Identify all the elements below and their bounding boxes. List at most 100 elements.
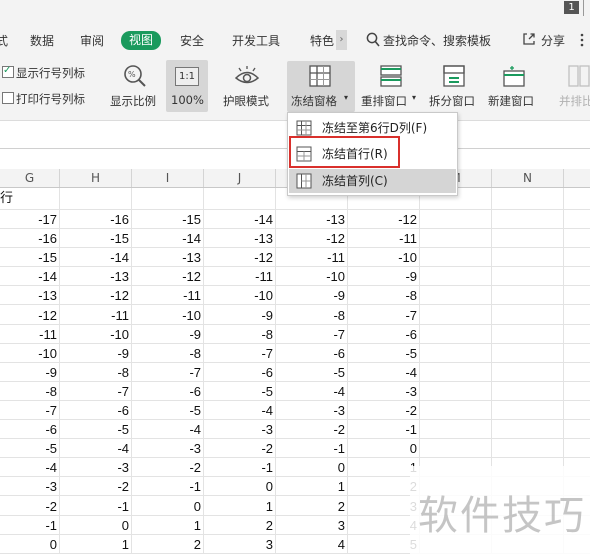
- table-cell[interactable]: -5: [276, 363, 348, 382]
- tab-scroll-right-button[interactable]: ›: [336, 30, 347, 50]
- tab-review[interactable]: 审阅: [80, 32, 104, 50]
- table-cell[interactable]: -8: [0, 382, 60, 401]
- table-cell[interactable]: 2: [132, 535, 204, 554]
- column-header[interactable]: H: [60, 169, 132, 187]
- table-cell[interactable]: -11: [60, 306, 132, 325]
- table-cell[interactable]: -10: [348, 248, 420, 267]
- table-cell[interactable]: -4: [348, 363, 420, 382]
- table-cell[interactable]: -10: [0, 344, 60, 363]
- table-cell[interactable]: -8: [132, 344, 204, 363]
- table-cell[interactable]: -6: [0, 420, 60, 439]
- first-row-label[interactable]: 行: [0, 188, 13, 209]
- table-cell[interactable]: 0: [132, 497, 204, 516]
- table-cell[interactable]: -2: [276, 420, 348, 439]
- table-cell[interactable]: -2: [348, 401, 420, 420]
- tab-data[interactable]: 数据: [30, 32, 54, 50]
- table-cell[interactable]: -11: [0, 325, 60, 344]
- menu-item-freeze-first-column[interactable]: 冻结首列(C): [289, 169, 456, 193]
- table-cell[interactable]: -13: [204, 229, 276, 248]
- table-cell[interactable]: 0: [60, 516, 132, 535]
- table-cell[interactable]: 2: [276, 497, 348, 516]
- table-cell[interactable]: -15: [132, 210, 204, 229]
- table-cell[interactable]: -7: [276, 325, 348, 344]
- table-cell[interactable]: -5: [204, 382, 276, 401]
- column-header[interactable]: G: [0, 169, 60, 187]
- table-cell[interactable]: -14: [204, 210, 276, 229]
- table-cell[interactable]: -7: [132, 363, 204, 382]
- print-rowcol-header-checkbox[interactable]: 打印行号列标: [2, 92, 85, 106]
- table-cell[interactable]: -11: [348, 229, 420, 248]
- table-cell[interactable]: -6: [348, 325, 420, 344]
- table-cell[interactable]: -13: [0, 286, 60, 305]
- table-cell[interactable]: -10: [60, 325, 132, 344]
- table-cell[interactable]: -14: [132, 229, 204, 248]
- table-cell[interactable]: 0: [204, 477, 276, 496]
- table-cell[interactable]: -4: [132, 420, 204, 439]
- table-cell[interactable]: -8: [60, 363, 132, 382]
- table-cell[interactable]: 2: [204, 516, 276, 535]
- table-cell[interactable]: -16: [60, 210, 132, 229]
- table-cell[interactable]: -12: [276, 229, 348, 248]
- table-cell[interactable]: -14: [0, 267, 60, 286]
- table-cell[interactable]: -5: [0, 439, 60, 458]
- table-cell[interactable]: -12: [0, 306, 60, 325]
- eye-protection-button[interactable]: 护眼模式: [218, 60, 276, 116]
- table-cell[interactable]: -13: [60, 267, 132, 286]
- table-cell[interactable]: 0: [348, 439, 420, 458]
- column-header[interactable]: N: [492, 169, 564, 187]
- table-cell[interactable]: -1: [348, 420, 420, 439]
- table-cell[interactable]: -10: [132, 306, 204, 325]
- table-cell[interactable]: 3: [204, 535, 276, 554]
- table-cell[interactable]: -3: [60, 458, 132, 477]
- split-window-button[interactable]: 拆分窗口: [426, 60, 482, 116]
- share-button[interactable]: 分享: [541, 32, 565, 50]
- table-cell[interactable]: -5: [348, 344, 420, 363]
- table-cell[interactable]: -2: [204, 439, 276, 458]
- show-rowcol-header-checkbox[interactable]: 显示行号列标: [2, 64, 85, 80]
- tab-special[interactable]: 特色: [310, 32, 334, 50]
- table-cell[interactable]: -3: [204, 420, 276, 439]
- table-cell[interactable]: -4: [276, 382, 348, 401]
- table-cell[interactable]: -11: [204, 267, 276, 286]
- table-cell[interactable]: -17: [0, 210, 60, 229]
- table-cell[interactable]: -12: [132, 267, 204, 286]
- freeze-panes-button[interactable]: 冻结窗格 ▾: [287, 61, 355, 112]
- table-cell[interactable]: 3: [276, 516, 348, 535]
- table-cell[interactable]: -7: [348, 306, 420, 325]
- table-cell[interactable]: 0: [276, 458, 348, 477]
- side-by-side-button[interactable]: 并排比: [556, 60, 590, 116]
- table-cell[interactable]: -8: [348, 286, 420, 305]
- table-cell[interactable]: 1: [60, 535, 132, 554]
- more-options-icon[interactable]: [575, 31, 589, 49]
- table-cell[interactable]: -9: [204, 306, 276, 325]
- table-cell[interactable]: -11: [276, 248, 348, 267]
- table-cell[interactable]: -5: [60, 420, 132, 439]
- table-cell[interactable]: -9: [348, 267, 420, 286]
- table-cell[interactable]: -7: [0, 401, 60, 420]
- table-cell[interactable]: -8: [204, 325, 276, 344]
- table-cell[interactable]: -1: [132, 477, 204, 496]
- tab-view[interactable]: 视图: [121, 31, 162, 50]
- table-cell[interactable]: -3: [132, 439, 204, 458]
- table-cell[interactable]: -6: [60, 401, 132, 420]
- zoom-button[interactable]: % 显示比例: [107, 60, 163, 116]
- table-cell[interactable]: 4: [276, 535, 348, 554]
- table-cell[interactable]: -10: [204, 286, 276, 305]
- column-header[interactable]: I: [132, 169, 204, 187]
- table-cell[interactable]: -6: [132, 382, 204, 401]
- search-icon[interactable]: [366, 32, 380, 48]
- share-icon[interactable]: [522, 32, 536, 46]
- table-cell[interactable]: -8: [276, 306, 348, 325]
- table-cell[interactable]: -9: [276, 286, 348, 305]
- table-cell[interactable]: 1: [132, 516, 204, 535]
- table-cell[interactable]: -1: [60, 497, 132, 516]
- table-cell[interactable]: -7: [204, 344, 276, 363]
- new-window-button[interactable]: 新建窗口: [485, 60, 541, 116]
- search-command-box[interactable]: 查找命令、搜索模板: [383, 32, 491, 50]
- table-cell[interactable]: -13: [276, 210, 348, 229]
- table-cell[interactable]: -4: [204, 401, 276, 420]
- tab-formula[interactable]: 式: [0, 32, 8, 50]
- table-cell[interactable]: -3: [348, 382, 420, 401]
- table-cell[interactable]: -12: [204, 248, 276, 267]
- table-cell[interactable]: -1: [204, 458, 276, 477]
